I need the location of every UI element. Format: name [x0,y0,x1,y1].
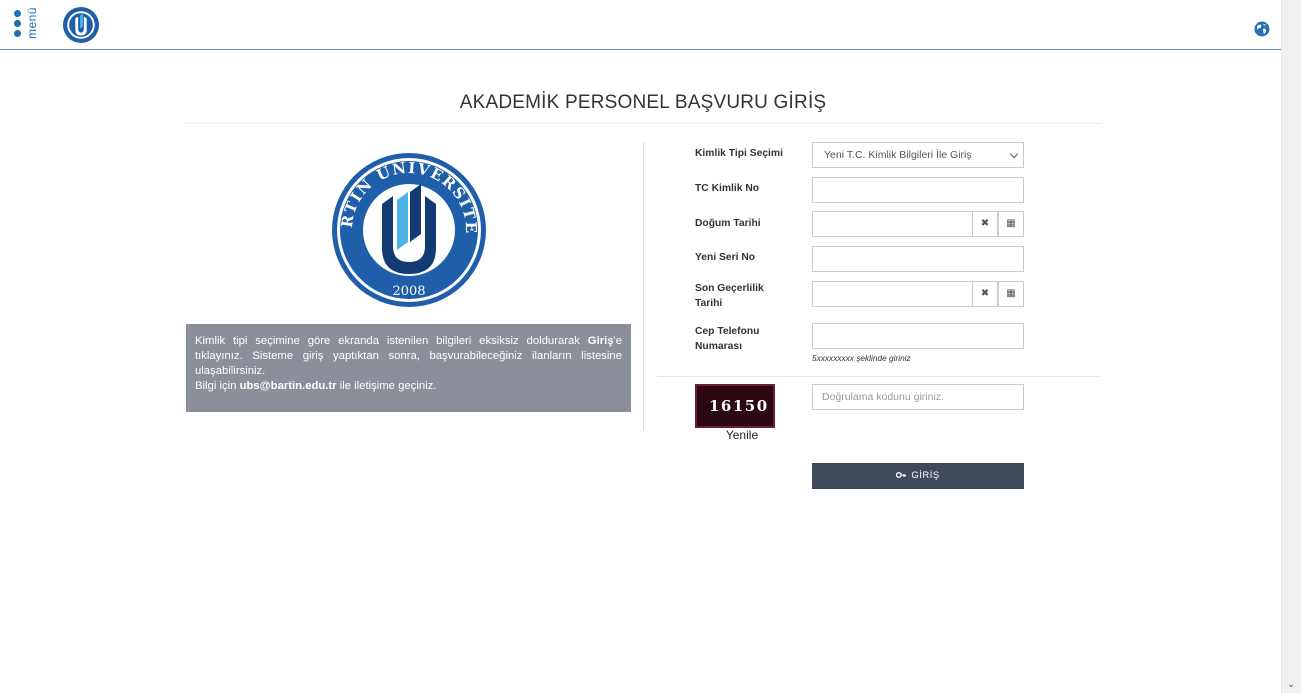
chevron-down-icon [1009,149,1019,159]
phone-hint: 5xxxxxxxxx şeklinde giriniz [812,353,911,363]
column-divider [643,142,644,430]
info-contact: Bilgi için ubs@bartin.edu.tr ile iletişi… [195,380,437,392]
captcha-refresh-link[interactable]: Yenile [709,428,775,442]
menu-label: menü [25,7,39,40]
university-logo-icon[interactable] [62,6,100,44]
tc-input[interactable] [812,177,1024,203]
phone-label: Cep Telefonu Numarası [695,326,760,352]
logo-year: 2008 [392,284,425,299]
serial-label: Yeni Seri No [695,252,756,263]
serial-input[interactable] [812,246,1024,272]
birth-date-clear-icon[interactable]: ✖ [972,211,998,237]
captcha-image: 16150 [695,384,775,428]
bartin-university-logo: BARTIN ÜNİVERSİTESİ 2008 [330,142,486,307]
menu-button[interactable]: menü [14,7,48,43]
key-icon [896,472,907,479]
birth-date-input[interactable] [812,211,972,237]
menu-dots-icon [14,10,22,40]
info-bold-login: Giriş [587,335,614,347]
info-instructions: Kimlik tipi seçimine göre ekranda isteni… [195,335,622,377]
scroll-down-icon[interactable]: ⌄ [1287,680,1295,690]
contact-email[interactable]: ubs@bartin.edu.tr [240,380,337,392]
expiry-date-calendar-icon[interactable]: ▦ [998,281,1024,307]
birth-date-label: Doğum Tarihi [695,218,761,229]
form-divider [657,376,1101,377]
id-type-selected-value: Yeni T.C. Kimlik Bilgileri İle Giriş [824,149,972,161]
expiry-date-input[interactable] [812,281,972,307]
globe-icon[interactable] [1254,21,1270,37]
expiry-date-clear-icon[interactable]: ✖ [972,281,998,307]
birth-date-calendar-icon[interactable]: ▦ [998,211,1024,237]
page-title: AKADEMİK PERSONEL BAŞVURU GİRİŞ [459,92,827,113]
login-button[interactable]: GİRİŞ [812,463,1024,489]
expiry-label: Son Geçerlilik Tarihi [695,283,764,309]
top-bar: menü [0,0,1281,50]
page-scrollbar[interactable] [1281,0,1301,693]
id-type-label: Kimlik Tipi Seçimi [695,148,783,159]
title-divider [184,123,1102,124]
phone-input[interactable] [812,323,1024,349]
login-button-label: GİRİŞ [911,470,940,481]
tc-label: TC Kimlik No [695,183,760,194]
info-box: Kimlik tipi seçimine göre ekranda isteni… [186,324,631,412]
verification-code-input[interactable] [812,384,1024,410]
id-type-select[interactable]: Yeni T.C. Kimlik Bilgileri İle Giriş [812,142,1024,168]
